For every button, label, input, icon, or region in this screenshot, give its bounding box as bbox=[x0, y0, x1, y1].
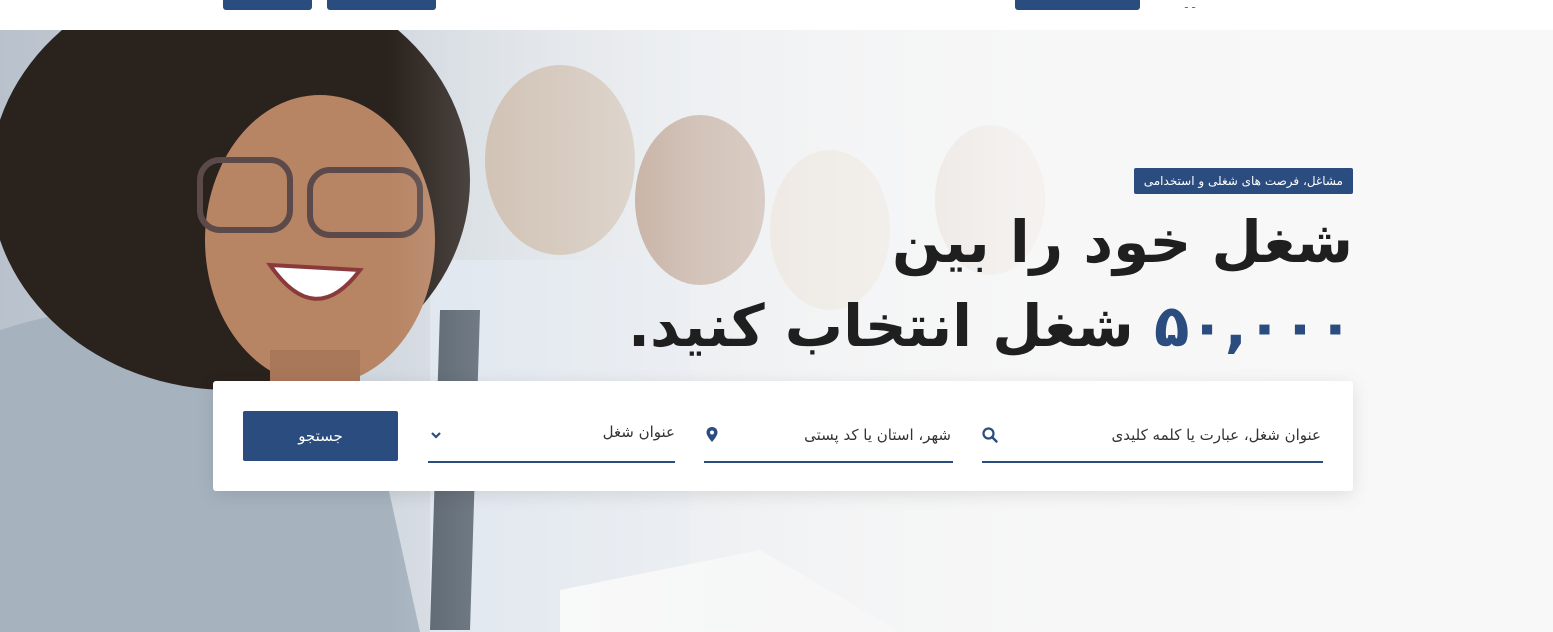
header-button-1[interactable] bbox=[223, 0, 312, 10]
category-select-value: عنوان شغل bbox=[602, 423, 675, 441]
map-pin-icon bbox=[704, 426, 720, 444]
top-header bbox=[0, 0, 1553, 30]
header-button-3[interactable] bbox=[1015, 0, 1140, 10]
headline-line-1: شغل خود را بین bbox=[892, 208, 1353, 276]
headline-line-2-text: شغل انتخاب کنید. bbox=[628, 292, 1134, 360]
keyword-field[interactable] bbox=[982, 409, 1323, 463]
jobs-count: ۵۰,۰۰۰ bbox=[1153, 292, 1353, 360]
category-select[interactable]: عنوان شغل bbox=[428, 409, 675, 463]
headline-line-2: ۵۰,۰۰۰ شغل انتخاب کنید. bbox=[593, 284, 1353, 368]
keyword-input[interactable] bbox=[989, 421, 1323, 449]
search-icon bbox=[982, 426, 998, 444]
chevron-down-icon bbox=[428, 426, 444, 444]
location-input[interactable] bbox=[729, 421, 953, 449]
job-search-form: عنوان شغل جستجو bbox=[213, 381, 1353, 491]
hero-section: مشاغل، فرصت های شغلی و استخدامی شغل خود … bbox=[0, 30, 1553, 632]
user-icon[interactable] bbox=[1183, 0, 1197, 8]
hero-badge: مشاغل، فرصت های شغلی و استخدامی bbox=[1133, 168, 1353, 194]
header-button-2[interactable] bbox=[327, 0, 436, 10]
search-button[interactable]: جستجو bbox=[243, 411, 398, 461]
location-field[interactable] bbox=[704, 409, 953, 463]
hero-headline: شغل خود را بین ۵۰,۰۰۰ شغل انتخاب کنید. bbox=[593, 200, 1353, 368]
